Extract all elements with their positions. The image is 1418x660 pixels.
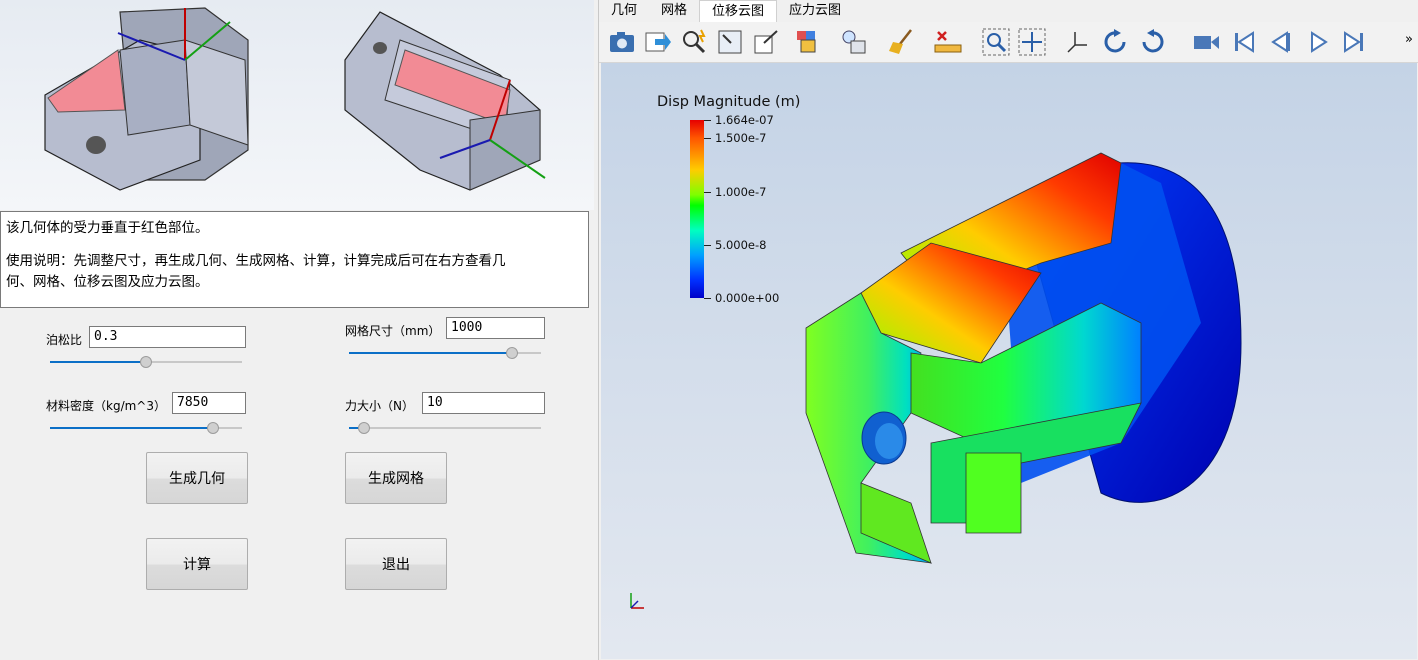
geometry-preview-image xyxy=(44,7,546,191)
description-line-3: 何、网格、位移云图及应力云图。 xyxy=(6,274,209,290)
ruler-x-icon[interactable] xyxy=(933,27,963,57)
lightbulb-icon[interactable] xyxy=(839,27,869,57)
play-icon[interactable] xyxy=(1303,27,1333,57)
density-slider[interactable] xyxy=(50,422,242,434)
compute-button[interactable]: 计算 xyxy=(146,538,248,590)
first-frame-icon[interactable] xyxy=(1229,27,1259,57)
density-slider-thumb[interactable] xyxy=(207,422,220,434)
result-tabs: 几何 网格 位移云图 应力云图 xyxy=(599,0,853,22)
exit-button[interactable]: 退出 xyxy=(345,538,447,590)
viewer-toolbar: » xyxy=(599,22,1418,63)
last-frame-icon[interactable] xyxy=(1339,27,1369,57)
generate-geometry-button[interactable]: 生成几何 xyxy=(146,452,248,504)
result-viewport[interactable]: Disp Magnitude (m) 1.664e-07 1.500e-7 1.… xyxy=(601,63,1417,659)
mesh-size-slider-thumb[interactable] xyxy=(506,347,519,359)
mesh-size-input[interactable]: 1000 xyxy=(446,317,545,339)
results-panel: 几何 网格 位移云图 应力云图 » Disp Magnitude (m) 1.6… xyxy=(598,0,1418,660)
force-input[interactable]: 10 xyxy=(422,392,545,414)
displacement-contour-model xyxy=(630,152,1242,609)
video-camera-icon[interactable] xyxy=(1191,27,1221,57)
force-slider[interactable] xyxy=(349,422,541,434)
part-front-view xyxy=(44,7,249,191)
poisson-input[interactable]: 0.3 xyxy=(89,326,246,348)
control-panel: 该几何体的受力垂直于红色部位。 使用说明：先调整尺寸，再生成几何、生成网格、计算… xyxy=(0,0,598,660)
toolbar-overflow-icon[interactable]: » xyxy=(1405,32,1413,47)
rotate-ccw-icon[interactable] xyxy=(1137,27,1167,57)
density-input[interactable]: 7850 xyxy=(172,392,246,414)
orientation-axes-icon xyxy=(630,593,644,609)
description-line-2: 使用说明：先调整尺寸，再生成几何、生成网格、计算，计算完成后可在右方查看几 xyxy=(6,253,506,269)
poisson-label: 泊松比 xyxy=(46,333,83,347)
camera-icon[interactable] xyxy=(607,27,637,57)
part-rear-view xyxy=(344,11,546,191)
mesh-size-label: 网格尺寸（mm） xyxy=(345,324,441,338)
description-line-1: 该几何体的受力垂直于红色部位。 xyxy=(6,220,209,236)
poisson-slider[interactable] xyxy=(50,356,242,368)
force-label: 力大小（N） xyxy=(345,399,414,413)
tab-mesh[interactable]: 网格 xyxy=(649,0,699,22)
axes-icon[interactable] xyxy=(1063,27,1093,57)
rotate-cw-icon[interactable] xyxy=(1101,27,1131,57)
prev-frame-icon[interactable] xyxy=(1265,27,1295,57)
box-icon[interactable] xyxy=(751,27,781,57)
description-box: 该几何体的受力垂直于红色部位。 使用说明：先调整尺寸，再生成几何、生成网格、计算… xyxy=(0,211,589,308)
color-box-icon[interactable] xyxy=(793,27,823,57)
mesh-size-slider[interactable] xyxy=(349,347,541,359)
zoom-pick-icon[interactable] xyxy=(679,27,709,57)
export-icon[interactable] xyxy=(643,27,673,57)
generate-mesh-button[interactable]: 生成网格 xyxy=(345,452,447,504)
force-slider-thumb[interactable] xyxy=(358,422,371,434)
poisson-slider-thumb[interactable] xyxy=(140,356,152,368)
fit-box-icon[interactable] xyxy=(715,27,745,57)
tab-geometry[interactable]: 几何 xyxy=(599,0,649,22)
zoom-region-icon[interactable] xyxy=(981,27,1011,57)
density-label: 材料密度（kg/m^3） xyxy=(46,399,166,413)
tab-stress[interactable]: 应力云图 xyxy=(777,0,853,22)
geometry-preview xyxy=(0,0,594,210)
broom-icon[interactable] xyxy=(887,27,917,57)
tab-displacement[interactable]: 位移云图 xyxy=(699,0,778,22)
fit-all-icon[interactable] xyxy=(1017,27,1047,57)
